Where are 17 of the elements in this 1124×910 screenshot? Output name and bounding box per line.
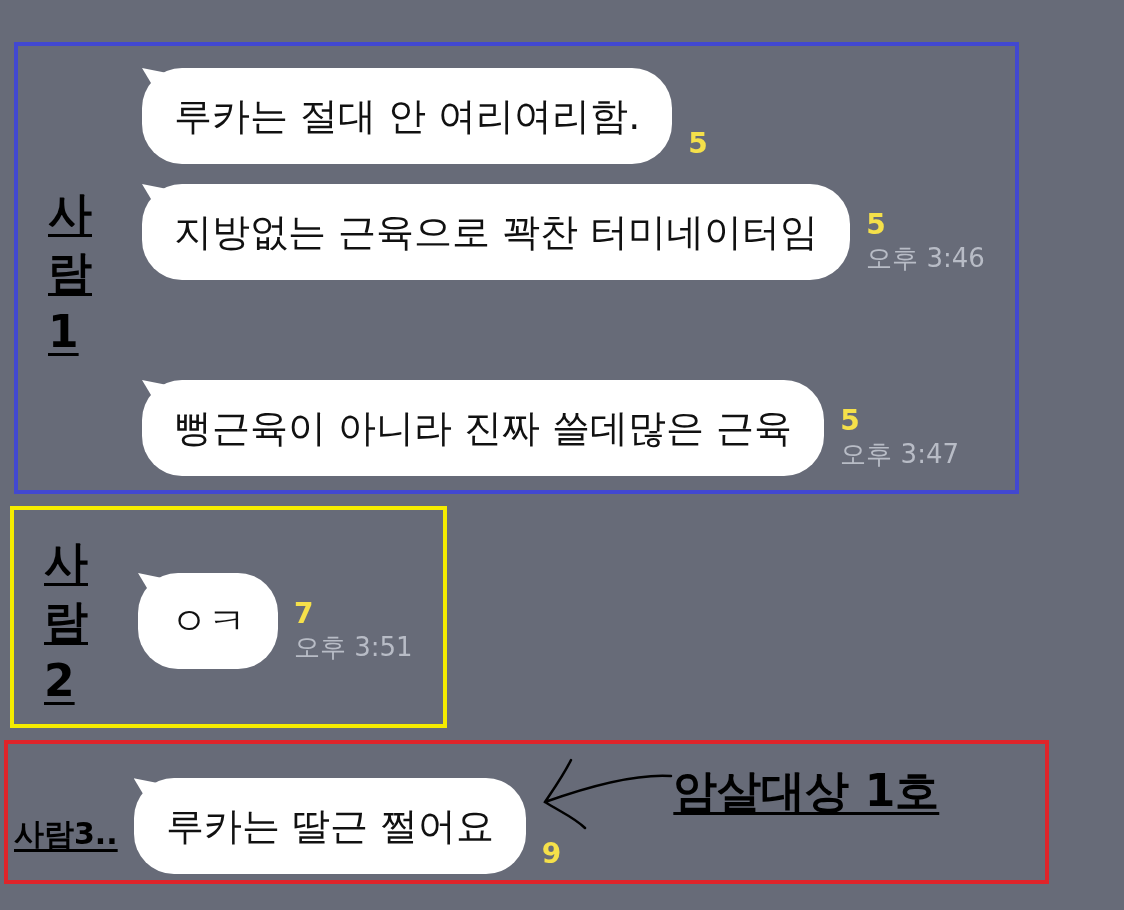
- message-bubble: 루카는 절대 안 여리여리함.: [142, 68, 673, 164]
- message-time: 오후 3:51: [294, 631, 413, 665]
- unread-count: 5: [866, 208, 887, 241]
- annotation-label: 사람1: [48, 185, 92, 359]
- unread-count: 5: [688, 127, 708, 160]
- message-bubble: 지방없는 근육으로 꽉찬 터미네이터임: [142, 184, 851, 280]
- annotation-label: 사람2: [44, 535, 88, 708]
- message-time: 오후 3:47: [840, 438, 959, 471]
- annotation-text: 암살대상 1호: [673, 764, 940, 819]
- message-time: 오후 3:46: [866, 242, 985, 275]
- unread-count: 5: [840, 404, 861, 437]
- unread-count: 9: [541, 837, 562, 871]
- message-bubble: ㅇㅋ: [138, 573, 278, 670]
- unread-count: 7: [294, 597, 315, 631]
- annotation-label: 사람3..: [14, 815, 118, 854]
- message-bubble: 뻥근육이 아니라 진짜 쓸데많은 근육: [142, 380, 825, 476]
- message-bubble: 루카는 딸근 쩔어요: [133, 778, 526, 875]
